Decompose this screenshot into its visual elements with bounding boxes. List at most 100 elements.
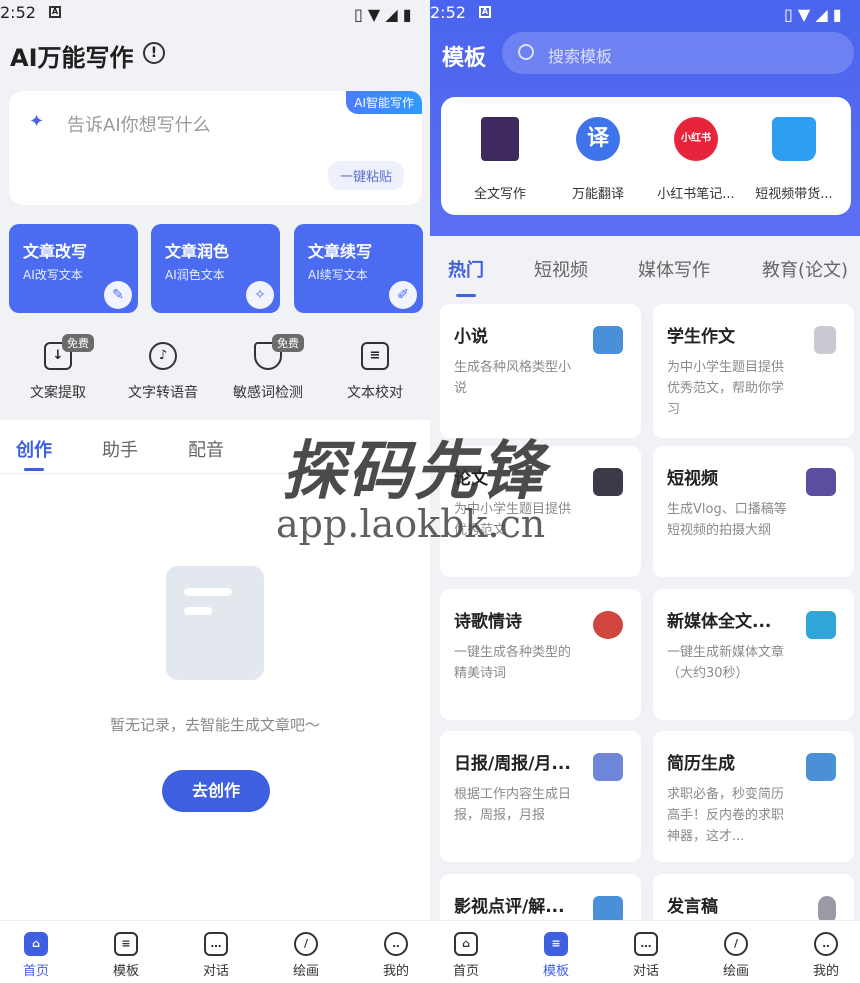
nav-drawing[interactable]: / 绘画 bbox=[706, 932, 766, 979]
home-screen: 2:52 A ▯ ▼ ◢ ▮ AI万能写作 ! AI智能写作 ✦ 告诉AI你想写… bbox=[0, 0, 430, 983]
tool-label: 文字转语音 bbox=[128, 385, 198, 401]
ai-write-badge: AI智能写作 bbox=[346, 91, 422, 114]
tab-education[interactable]: 教育(论文) bbox=[762, 256, 848, 282]
template-card-thesis[interactable]: 论文 为中小学生题目提供优秀范文 bbox=[440, 446, 641, 577]
tab-create[interactable]: 创作 bbox=[16, 436, 52, 462]
template-translate[interactable]: 译 万能翻译 bbox=[549, 117, 647, 202]
signal-icon: ◢ bbox=[815, 5, 828, 24]
notification-icon: A bbox=[49, 6, 61, 18]
nav-label: 我的 bbox=[812, 964, 839, 979]
profile-icon: ‥ bbox=[384, 932, 408, 956]
nav-templates[interactable]: ≡ 模板 bbox=[526, 932, 586, 979]
tab-media-writing[interactable]: 媒体写作 bbox=[638, 256, 710, 282]
feature-title: 文章润色 bbox=[165, 242, 230, 261]
card-desc: 求职必备，秒变简历高手！反内卷的求职神器，这才... bbox=[667, 787, 785, 844]
home-icon: ⌂ bbox=[24, 932, 48, 956]
template-card-poetry[interactable]: 诗歌情诗 一键生成各种类型的精美诗词 bbox=[440, 589, 641, 720]
vibrate-icon: ▯ bbox=[784, 5, 793, 24]
nav-home[interactable]: ⌂ 首页 bbox=[6, 932, 66, 979]
feature-rewrite-card[interactable]: 文章改写 AI改写文本 ✎ bbox=[9, 224, 138, 313]
template-card-new-media[interactable]: 新媒体全文... 一键生成新媒体文章（大约30秒） bbox=[653, 589, 854, 720]
nav-profile[interactable]: ‥ 我的 bbox=[796, 932, 856, 979]
tool-text-extract[interactable]: ↓ 免费 文案提取 bbox=[10, 334, 106, 402]
nav-chat[interactable]: … 对话 bbox=[616, 932, 676, 979]
nav-drawing[interactable]: / 绘画 bbox=[276, 932, 336, 979]
template-card-short-video[interactable]: 短视频 生成Vlog、口播稿等短视频的拍摄大纲 bbox=[653, 446, 854, 577]
nav-label: 对话 bbox=[632, 964, 659, 979]
template-card-resume[interactable]: 简历生成 求职必备，秒变简历高手！反内卷的求职神器，这才... bbox=[653, 731, 854, 862]
featured-templates: 全文写作 译 万能翻译 小红书 小红书笔记... 短视频带货... bbox=[441, 97, 851, 215]
nav-label: 绘画 bbox=[722, 964, 749, 979]
info-icon[interactable]: ! bbox=[143, 42, 165, 64]
book-icon bbox=[593, 326, 623, 354]
card-desc: 一键生成各种类型的精美诗词 bbox=[454, 645, 572, 681]
free-badge: 免费 bbox=[62, 334, 94, 352]
calendar-icon bbox=[593, 753, 623, 781]
document-icon bbox=[814, 326, 836, 354]
search-input[interactable]: 搜索模板 bbox=[548, 43, 612, 67]
search-bar[interactable]: 搜索模板 bbox=[502, 32, 854, 74]
tool-label: 文案提取 bbox=[30, 385, 86, 401]
card-desc: 一键生成新媒体文章（大约30秒） bbox=[667, 645, 785, 681]
template-label: 全文写作 bbox=[473, 187, 526, 202]
feature-polish-card[interactable]: 文章润色 AI润色文本 ✧ bbox=[151, 224, 280, 313]
history-panel: 创作 助手 配音 暂无记录，去智能生成文章吧～ 去创作 bbox=[0, 420, 430, 920]
card-title: 小说 bbox=[454, 327, 488, 347]
divider bbox=[0, 473, 430, 474]
signal-icon: ◢ bbox=[385, 5, 398, 24]
paste-button[interactable]: 一键粘贴 bbox=[327, 161, 404, 190]
graduation-cap-icon bbox=[593, 468, 623, 496]
card-desc: 为中小学生题目提供优秀范文，帮助你学习 bbox=[667, 360, 785, 417]
page-title: AI万能写作 bbox=[10, 44, 134, 72]
nav-chat[interactable]: … 对话 bbox=[186, 932, 246, 979]
nav-label: 对话 bbox=[202, 964, 229, 979]
template-full-writing[interactable]: 全文写作 bbox=[451, 117, 549, 202]
nav-templates[interactable]: ≡ 模板 bbox=[96, 932, 156, 979]
template-card-novel[interactable]: 小说 生成各种风格类型小说 bbox=[440, 304, 641, 438]
nav-profile[interactable]: ‥ 我的 bbox=[366, 932, 426, 979]
feature-continue-card[interactable]: 文章续写 AI续写文本 ✐ bbox=[294, 224, 423, 313]
nav-label: 模板 bbox=[542, 964, 569, 979]
empty-state-illustration bbox=[166, 566, 264, 680]
microphone-icon: ♪ bbox=[149, 342, 177, 370]
ai-prompt-card[interactable]: AI智能写作 ✦ 告诉AI你想写什么 一键粘贴 bbox=[9, 91, 422, 205]
feature-subtitle: AI续写文本 bbox=[308, 268, 368, 282]
sparkle-icon: ✦ bbox=[29, 111, 45, 132]
brush-icon: / bbox=[294, 932, 318, 956]
profile-icon: ‥ bbox=[814, 932, 838, 956]
status-bar: 2:52 A ▯ ▼ ◢ ▮ bbox=[430, 0, 860, 26]
tool-proofread[interactable]: ≡ 文本校对 bbox=[327, 342, 423, 402]
tab-dubbing[interactable]: 配音 bbox=[188, 436, 224, 462]
shopping-bag-icon bbox=[772, 117, 816, 161]
card-title: 日报/周报/月... bbox=[454, 754, 571, 774]
nav-label: 绘画 bbox=[292, 964, 319, 979]
system-icons: ▯ ▼ ◢ ▮ bbox=[354, 5, 422, 24]
vibrate-icon: ▯ bbox=[354, 5, 363, 24]
go-create-button[interactable]: 去创作 bbox=[162, 770, 270, 812]
clipboard-icon: ≡ bbox=[361, 342, 389, 370]
chat-icon: … bbox=[204, 932, 228, 956]
note-edit-icon: ✐ bbox=[389, 281, 417, 309]
tab-short-video[interactable]: 短视频 bbox=[534, 256, 588, 282]
template-card-student-essay[interactable]: 学生作文 为中小学生题目提供优秀范文，帮助你学习 bbox=[653, 304, 854, 438]
wifi-icon: ▼ bbox=[797, 5, 811, 24]
template-short-video-sales[interactable]: 短视频带货... bbox=[745, 117, 843, 202]
translate-icon: 译 bbox=[576, 117, 620, 161]
template-label: 万能翻译 bbox=[571, 187, 624, 202]
nav-label: 我的 bbox=[382, 964, 409, 979]
ai-prompt-input[interactable]: 告诉AI你想写什么 bbox=[67, 111, 211, 137]
tab-hot[interactable]: 热门 bbox=[448, 256, 484, 282]
battery-icon: ▮ bbox=[832, 5, 842, 24]
tool-text-to-speech[interactable]: ♪ 文字转语音 bbox=[115, 342, 211, 402]
nav-home[interactable]: ⌂ 首页 bbox=[436, 932, 496, 979]
feature-title: 文章续写 bbox=[308, 242, 373, 261]
template-card-report[interactable]: 日报/周报/月... 根据工作内容生成日报，周报，月报 bbox=[440, 731, 641, 862]
status-time: 2:52 bbox=[430, 3, 466, 22]
tab-indicator bbox=[456, 294, 476, 297]
template-xiaohongshu[interactable]: 小红书 小红书笔记... bbox=[647, 117, 745, 202]
status-time: 2:52 bbox=[0, 3, 36, 22]
tab-assistant[interactable]: 助手 bbox=[102, 436, 138, 462]
template-icon: ≡ bbox=[114, 932, 138, 956]
tool-sensitive-word-check[interactable]: 免费 敏感词检测 bbox=[220, 334, 316, 402]
feature-subtitle: AI改写文本 bbox=[23, 268, 83, 282]
